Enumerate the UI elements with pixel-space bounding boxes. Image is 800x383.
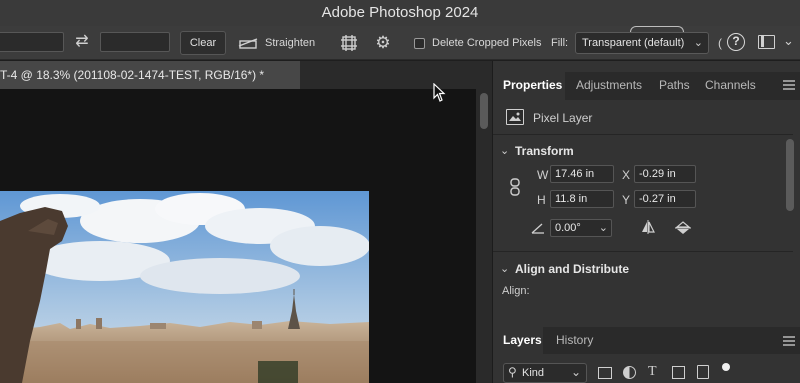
height-label: H	[537, 193, 546, 207]
flip-vertical-icon[interactable]	[675, 220, 691, 236]
properties-panel: Properties Adjustments Paths Channels Pi…	[492, 61, 800, 383]
tab-history[interactable]: History	[556, 327, 593, 354]
app-title: Adobe Photoshop 2024	[321, 4, 479, 21]
panel-menu-icon[interactable]	[783, 79, 795, 90]
canvas-vertical-scrollbar[interactable]	[476, 89, 492, 383]
swap-icon[interactable]: ⇄	[72, 32, 92, 52]
search-icon: ⚲	[508, 365, 517, 379]
delete-cropped-label: Delete Cropped Pixels	[432, 37, 542, 49]
tab-paths[interactable]: Paths	[659, 72, 690, 100]
link-proportions-icon[interactable]	[509, 178, 521, 196]
angle-field[interactable]: 0.00° ⌄	[550, 219, 612, 237]
straighten-icon[interactable]	[238, 36, 258, 50]
title-bar: Adobe Photoshop 2024	[0, 0, 800, 26]
width-field[interactable]: 17.46 in	[550, 165, 614, 183]
layer-filter-value: Kind	[522, 367, 545, 379]
layer-filter-dropdown[interactable]: ⚲ Kind ⌄	[503, 363, 587, 383]
flip-horizontal-icon[interactable]	[640, 220, 656, 234]
tab-adjustments[interactable]: Adjustments	[576, 72, 642, 100]
chevron-down-icon: ⌄	[693, 37, 703, 49]
y-field[interactable]: -0.27 in	[634, 190, 696, 208]
tab-layers[interactable]: Layers	[493, 327, 543, 354]
fill-dropdown-top-outline	[630, 26, 684, 32]
workspace-icon[interactable]	[758, 35, 775, 49]
y-label: Y	[622, 193, 631, 207]
filter-shape-icon[interactable]	[672, 366, 685, 379]
help-icon[interactable]: ?	[727, 33, 745, 51]
properties-scrollbar[interactable]	[786, 139, 794, 211]
fill-dropdown-value: Transparent (default)	[582, 37, 685, 49]
properties-tab-bar: Properties Adjustments Paths Channels	[493, 72, 800, 100]
x-label: X	[622, 168, 631, 182]
workspace-chevron-icon[interactable]: ⌄	[783, 33, 794, 49]
filter-toggle-icon[interactable]	[722, 363, 730, 371]
filter-pixel-icon[interactable]	[598, 367, 612, 379]
gear-icon[interactable]: ⚙	[373, 33, 393, 53]
delete-cropped-checkbox[interactable]	[414, 38, 425, 49]
align-section-title[interactable]: Align and Distribute	[515, 262, 629, 276]
fill-dropdown[interactable]: Transparent (default) ⌄	[575, 32, 709, 54]
ratio-width-field[interactable]	[0, 32, 64, 52]
fill-label: Fill:	[551, 37, 569, 49]
transform-chevron-icon[interactable]: ⌄	[500, 144, 509, 157]
tab-channels[interactable]: Channels	[705, 72, 756, 100]
align-chevron-icon[interactable]: ⌄	[500, 262, 509, 275]
transform-section-title[interactable]: Transform	[515, 144, 574, 158]
layers-panel-menu-icon[interactable]	[783, 335, 795, 346]
straighten-label[interactable]: Straighten	[265, 33, 315, 53]
height-field[interactable]: 11.8 in	[550, 190, 614, 208]
angle-value: 0.00°	[555, 222, 581, 234]
canvas-scroll-thumb[interactable]	[480, 93, 488, 129]
tab-properties[interactable]: Properties	[493, 72, 565, 100]
mouse-cursor-icon	[433, 82, 447, 103]
layer-type-label: Pixel Layer	[533, 111, 593, 125]
clear-button[interactable]: Clear	[180, 31, 226, 55]
chevron-down-icon: ⌄	[570, 365, 581, 379]
filter-type-icon[interactable]: T	[648, 364, 657, 380]
width-label: W	[537, 168, 549, 182]
pixel-layer-icon	[506, 109, 524, 125]
divider	[493, 251, 793, 252]
document-tab[interactable]: T-4 @ 18.3% (201108-02-1474-TEST, RGB/16…	[0, 61, 300, 89]
layers-tab-bar: Layers History	[493, 327, 800, 354]
document-image	[0, 191, 369, 383]
angle-icon	[531, 222, 545, 234]
x-field[interactable]: -0.29 in	[634, 165, 696, 183]
ratio-height-field[interactable]	[100, 32, 170, 52]
document-tab-title: T-4 @ 18.3% (201108-02-1474-TEST, RGB/16…	[0, 68, 265, 82]
document-tab-strip: T-4 @ 18.3% (201108-02-1474-TEST, RGB/16…	[0, 61, 492, 89]
align-label: Align:	[502, 285, 530, 297]
filter-smart-object-icon[interactable]	[697, 365, 709, 379]
divider	[493, 134, 793, 135]
angle-chevron-icon: ⌄	[598, 222, 608, 234]
filter-adjustment-icon[interactable]	[623, 366, 636, 379]
overlay-grid-icon[interactable]	[340, 34, 358, 52]
reset-icon[interactable]: (	[718, 36, 722, 50]
options-bar: ⇄ Clear Straighten ⚙ Delete Cropped Pixe…	[0, 26, 800, 60]
